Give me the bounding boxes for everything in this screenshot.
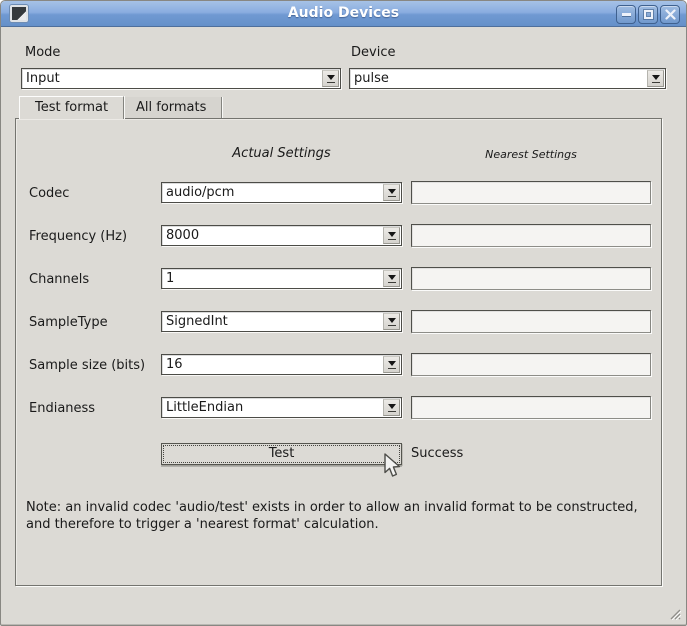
- samplesize-value: 16: [166, 356, 379, 373]
- codec-dropdown-button[interactable]: [383, 184, 400, 201]
- sampletype-nearest-field: [411, 310, 651, 333]
- test-button[interactable]: Test: [161, 443, 402, 465]
- frequency-dropdown-button[interactable]: [383, 227, 400, 244]
- channels-combobox[interactable]: 1: [161, 268, 402, 289]
- channels-label: Channels: [29, 269, 89, 290]
- chevron-down-icon: [652, 75, 660, 80]
- chevron-down-icon: [388, 189, 396, 194]
- mouse-cursor: [384, 453, 403, 479]
- chevron-down-icon: [327, 75, 335, 80]
- nearest-settings-heading: Nearest Settings: [411, 148, 651, 161]
- channels-row: Channels 1: [1, 267, 687, 290]
- chevron-down-icon: [388, 318, 396, 323]
- minimize-button[interactable]: [616, 5, 636, 24]
- chevron-down-icon: [388, 404, 396, 409]
- chevron-underline: [388, 368, 396, 369]
- frequency-label: Frequency (Hz): [29, 226, 127, 247]
- maximize-button[interactable]: [638, 5, 658, 24]
- device-value: pulse: [354, 70, 643, 87]
- frequency-value: 8000: [166, 227, 379, 244]
- samplesize-row: Sample size (bits) 16: [1, 353, 687, 376]
- chevron-underline: [388, 411, 396, 412]
- channels-dropdown-button[interactable]: [383, 270, 400, 287]
- device-combobox[interactable]: pulse: [349, 68, 666, 89]
- mode-dropdown-button[interactable]: [322, 70, 339, 87]
- endianess-dropdown-button[interactable]: [383, 399, 400, 416]
- chevron-underline: [388, 196, 396, 197]
- mode-label: Mode: [25, 45, 60, 60]
- chevron-underline: [327, 82, 335, 83]
- chevron-down-icon: [388, 232, 396, 237]
- sampletype-label: SampleType: [29, 312, 108, 333]
- close-button[interactable]: [660, 5, 680, 24]
- codec-label: Codec: [29, 183, 69, 204]
- note-line1: Note: an invalid codec 'audio/test' exis…: [26, 499, 638, 516]
- samplesize-nearest-field: [411, 353, 651, 376]
- device-label: Device: [351, 45, 395, 60]
- tab-test-format[interactable]: Test format: [19, 96, 124, 119]
- mode-value: Input: [26, 70, 318, 87]
- titlebar[interactable]: Audio Devices: [1, 1, 686, 27]
- sampletype-row: SampleType SignedInt: [1, 310, 687, 333]
- channels-nearest-field: [411, 267, 651, 290]
- chevron-underline: [388, 239, 396, 240]
- actual-settings-heading: Actual Settings: [161, 146, 402, 161]
- endianess-combobox[interactable]: LittleEndian: [161, 397, 402, 418]
- maximize-icon: [644, 10, 653, 19]
- samplesize-combobox[interactable]: 16: [161, 354, 402, 375]
- chevron-down-icon: [388, 275, 396, 280]
- endianess-nearest-field: [411, 396, 651, 419]
- window-title: Audio Devices: [1, 5, 686, 21]
- chevron-underline: [388, 325, 396, 326]
- codec-combobox[interactable]: audio/pcm: [161, 182, 402, 203]
- sampletype-value: SignedInt: [166, 313, 379, 330]
- chevron-underline: [652, 82, 660, 83]
- endianess-value: LittleEndian: [166, 399, 379, 416]
- resize-grip-icon[interactable]: [665, 604, 681, 620]
- minimize-icon: [622, 13, 631, 16]
- frequency-row: Frequency (Hz) 8000: [1, 224, 687, 247]
- codec-value: audio/pcm: [166, 184, 379, 201]
- sampletype-combobox[interactable]: SignedInt: [161, 311, 402, 332]
- frequency-nearest-field: [411, 224, 651, 247]
- mode-combobox[interactable]: Input: [21, 68, 341, 89]
- close-icon: [665, 9, 676, 20]
- samplesize-label: Sample size (bits): [29, 355, 145, 376]
- frequency-combobox[interactable]: 8000: [161, 225, 402, 246]
- sampletype-dropdown-button[interactable]: [383, 313, 400, 330]
- device-dropdown-button[interactable]: [647, 70, 664, 87]
- channels-value: 1: [166, 270, 379, 287]
- audio-devices-window: Audio Devices Mode Input Device pulse Te…: [0, 0, 687, 626]
- test-status-label: Success: [411, 446, 463, 461]
- chevron-underline: [388, 282, 396, 283]
- chevron-down-icon: [388, 361, 396, 366]
- note-line2: and therefore to trigger a 'nearest form…: [26, 516, 379, 533]
- endianess-label: Endianess: [29, 398, 95, 419]
- codec-nearest-field: [411, 181, 651, 204]
- samplesize-dropdown-button[interactable]: [383, 356, 400, 373]
- tab-all-formats[interactable]: All formats: [121, 97, 222, 118]
- endianess-row: Endianess LittleEndian: [1, 396, 687, 419]
- codec-row: Codec audio/pcm: [1, 181, 687, 204]
